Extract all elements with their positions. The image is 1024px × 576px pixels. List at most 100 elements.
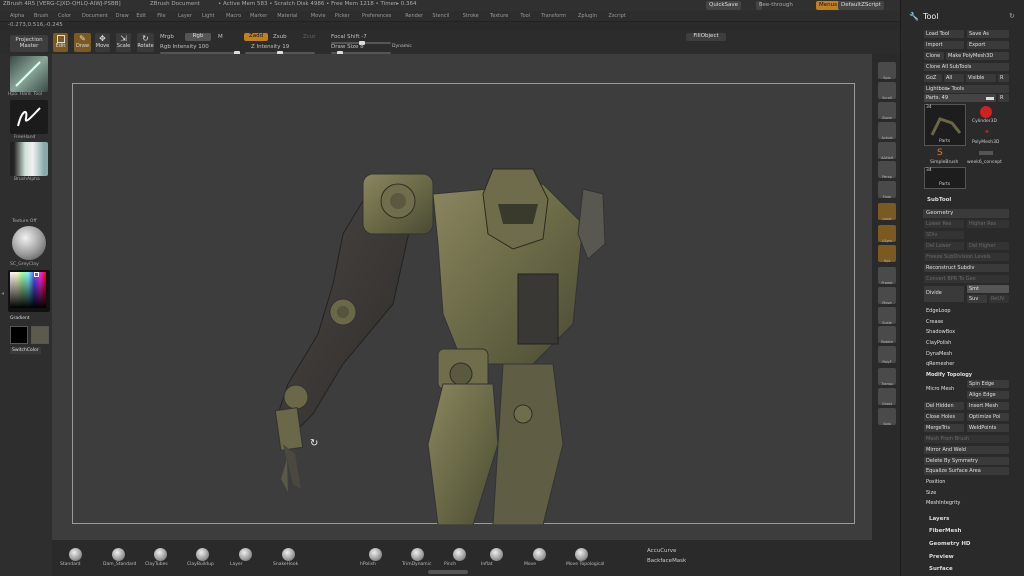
position-section[interactable]: Position (924, 478, 1009, 486)
brush-move-label[interactable]: Move (524, 562, 536, 567)
quicksave-button[interactable]: QuickSave (706, 1, 742, 10)
secondary-color-swatch[interactable] (31, 326, 49, 344)
brush-layer-icon[interactable] (239, 548, 252, 561)
menu-picker[interactable]: Picker (335, 13, 350, 19)
geometry-hd-section[interactable]: Geometry HD (929, 541, 971, 547)
dynamic-button[interactable]: Dynamic (392, 44, 412, 49)
color-picker[interactable] (8, 270, 50, 312)
menu-preferences[interactable]: Preferences (362, 13, 391, 19)
switchcolor-button[interactable]: SwitchColor (10, 347, 41, 354)
suv-button[interactable]: Suv (967, 295, 987, 303)
parts-r-button[interactable]: R (998, 94, 1009, 102)
close-holes-button[interactable]: Close Holes (924, 413, 964, 421)
brush-pinch-icon[interactable] (453, 548, 466, 561)
crease-section[interactable]: Crease (924, 318, 1009, 326)
stroke-selector[interactable] (10, 100, 48, 134)
geometry-section[interactable]: Geometry (923, 209, 1009, 218)
insert-mesh-button[interactable]: Insert Mesh (967, 402, 1009, 410)
tool-scroll-button[interactable]: Scroll (878, 82, 896, 100)
tool-rotate-button[interactable]: Rotate (878, 326, 896, 344)
micro-mesh-button[interactable]: Micro Mesh (924, 385, 964, 393)
tool-local-button[interactable]: Local (878, 203, 896, 221)
gradient-label[interactable]: Gradient (10, 316, 30, 321)
draw-button[interactable]: ✎ Draw (74, 33, 91, 52)
mrgb-button[interactable]: Mrgb (160, 34, 174, 40)
tool-actual-button[interactable]: Actual (878, 121, 896, 140)
modify-topology-section[interactable]: Modify Topology (924, 371, 1009, 379)
claypolish-section[interactable]: ClayPolish (924, 339, 1009, 347)
brush-inflat-icon[interactable] (490, 548, 503, 561)
tool-floor-button[interactable]: Floor (878, 181, 896, 199)
dynamesh-section[interactable]: DynaMesh (924, 350, 1009, 358)
preview-section[interactable]: Preview (929, 554, 954, 560)
tool-zoom-button[interactable]: Zoom (878, 102, 896, 120)
brush-trimdynamic-icon[interactable] (411, 548, 424, 561)
menus-button[interactable]: Menus (816, 1, 840, 10)
menu-brush[interactable]: Brush (34, 13, 48, 19)
zadd-button[interactable]: Zadd (244, 33, 268, 41)
edgeloop-section[interactable]: EdgeLoop (924, 307, 1009, 315)
brush-dam-standard-icon[interactable] (112, 548, 125, 561)
size-section[interactable]: Size (924, 489, 1009, 497)
lower-res-button[interactable]: Lower Res (924, 220, 964, 228)
higher-res-button[interactable]: Higher Res (967, 220, 1009, 228)
tool-transp-button[interactable]: Transp (878, 368, 896, 386)
palette-dock-icon[interactable]: ↻ (1009, 12, 1015, 20)
menu-stencil[interactable]: Stencil (432, 13, 449, 19)
rgb-button[interactable]: Rgb (185, 33, 211, 41)
parts-slider[interactable]: Parts. 49 (924, 94, 996, 102)
subtool-section[interactable]: SubTool (927, 197, 951, 203)
brush-standard-icon[interactable] (69, 548, 82, 561)
tool-thumb-parts-2[interactable]: 34 Parts (924, 167, 966, 189)
backfacemask-button[interactable]: BackfaceMask (647, 558, 686, 564)
brush-hpolish-icon[interactable] (369, 548, 382, 561)
edit-button[interactable]: Edit (53, 33, 68, 52)
alpha-selector[interactable] (10, 142, 48, 176)
simplebrush-icon[interactable]: S (937, 148, 943, 158)
tool-aahalf-button[interactable]: AAHalf (878, 141, 896, 160)
menu-edit[interactable]: Edit (136, 13, 146, 19)
clone-button[interactable]: Clone (924, 52, 944, 60)
robot-model[interactable] (73, 84, 856, 526)
rotate-button[interactable]: ↻ Rotate (137, 33, 154, 52)
optimize-points-button[interactable]: Optimize Poi (967, 413, 1009, 421)
layers-section[interactable]: Layers (929, 516, 949, 522)
menu-stroke[interactable]: Stroke (463, 13, 479, 19)
del-higher-button[interactable]: Del Higher (967, 242, 1009, 250)
menu-color[interactable]: Color (58, 13, 71, 19)
default-zscript-button[interactable]: DefaultZScript (838, 1, 884, 10)
make-polymesh-button[interactable]: Make PolyMesh3D (946, 52, 1009, 60)
mirror-and-weld-button[interactable]: Mirror And Weld (924, 446, 1009, 454)
brush-snakehook-label[interactable]: SnakeHook (273, 562, 298, 567)
freeze-subdivision-button[interactable]: Freeze SubDivision Levels (924, 253, 1009, 261)
menu-macro[interactable]: Macro (226, 13, 241, 19)
export-button[interactable]: Export (967, 41, 1009, 49)
load-tool-button[interactable]: Load Tool (924, 30, 964, 38)
tool-polyf-button[interactable]: PolyF (878, 346, 896, 364)
shadowbox-section[interactable]: ShadowBox (924, 328, 1009, 336)
see-through-slider[interactable]: See-through 0 (756, 1, 793, 10)
tool-persp-button[interactable]: Persp (878, 161, 896, 179)
clone-all-subtools-button[interactable]: Clone All SubTools (924, 63, 1009, 71)
menu-tool[interactable]: Tool (520, 13, 530, 19)
import-button[interactable]: Import (924, 41, 964, 49)
projection-master-button[interactable]: Projection Master (10, 35, 48, 52)
tool-solo-button[interactable]: Solo (878, 407, 896, 426)
reconstruct-subdiv-button[interactable]: Reconstruct Subdiv (924, 264, 1009, 272)
document-viewport[interactable]: ↻ (72, 83, 856, 526)
zcut-button[interactable]: Zcut (303, 34, 315, 40)
menu-file[interactable]: File (157, 13, 165, 19)
brush-claybuildup-label[interactable]: ClayBuildup (187, 562, 214, 567)
menu-render[interactable]: Render (405, 13, 423, 19)
bottom-shelf-scroll[interactable] (428, 570, 468, 574)
menu-transform[interactable]: Transform (541, 13, 566, 19)
menu-marker[interactable]: Marker (250, 13, 267, 19)
brush-move-topological-icon[interactable] (575, 548, 588, 561)
brush-trimdynamic-label[interactable]: TrimDynamic (402, 562, 431, 567)
all-button[interactable]: All (944, 74, 964, 82)
visible-button[interactable]: Visible (966, 74, 996, 82)
color-picker-handle[interactable] (34, 272, 39, 277)
m-button[interactable]: M (218, 34, 223, 40)
mesh-from-brush-button[interactable]: Mesh From Brush (924, 435, 1009, 443)
brush-selector[interactable] (10, 56, 48, 92)
